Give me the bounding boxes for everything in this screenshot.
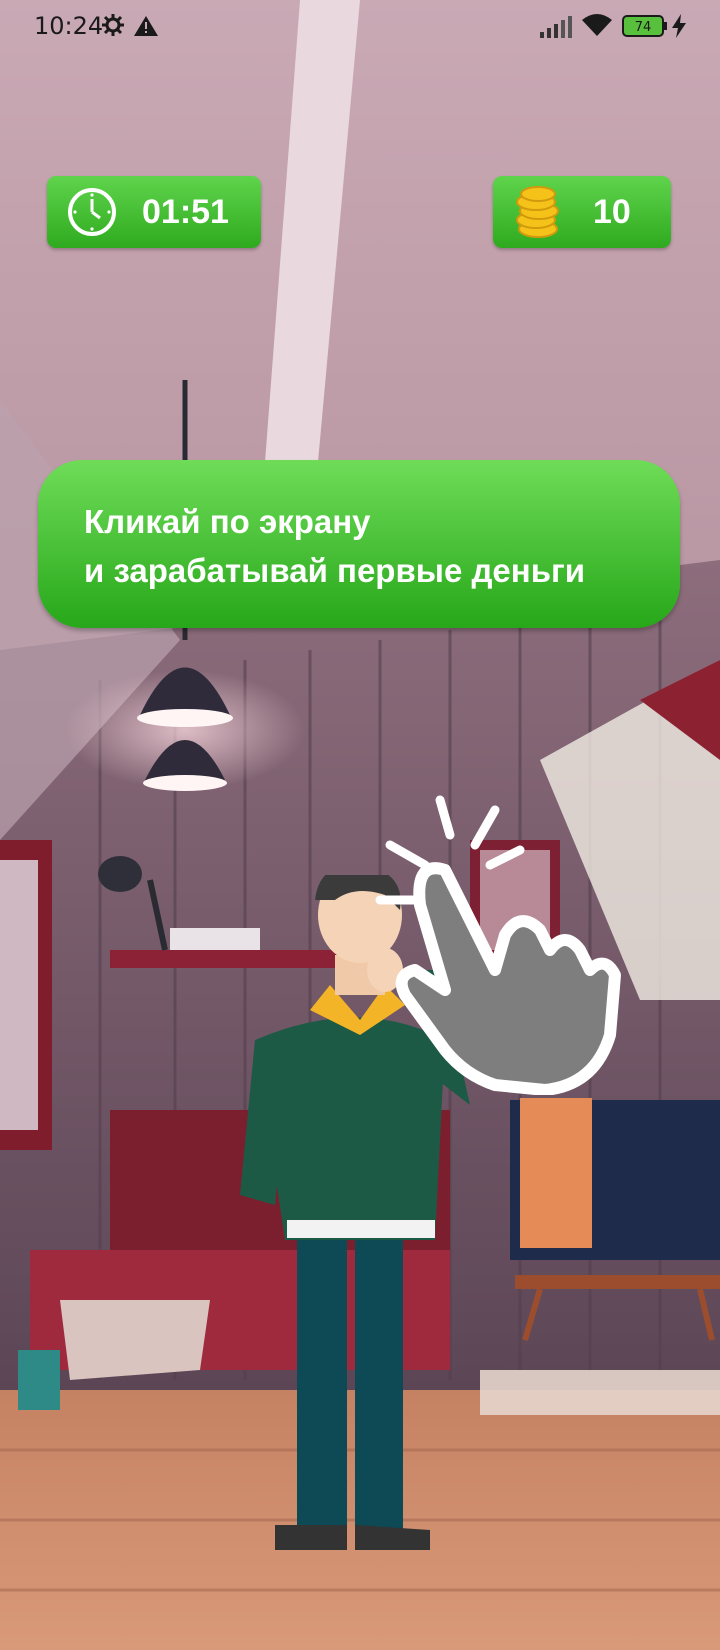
clock-icon — [68, 188, 116, 236]
coins-value: 10 — [593, 193, 631, 231]
signal-icon — [540, 16, 572, 38]
status-time: 10:24 — [34, 12, 104, 40]
tutorial-line-2: и зарабатывай первые деньги — [84, 552, 586, 589]
warning-icon — [134, 16, 158, 36]
battery-icon: 74 — [622, 15, 667, 37]
timer-pill: 01:51 — [47, 176, 261, 248]
tutorial-banner: Кликай по экрану и зарабатывай первые де… — [38, 460, 680, 628]
charging-icon — [672, 14, 686, 38]
settings-gear-icon — [102, 14, 124, 36]
coins-pill: 10 — [493, 176, 671, 248]
coin-stack-icon — [516, 186, 559, 238]
battery-level: 74 — [635, 20, 652, 35]
timer-value: 01:51 — [142, 193, 229, 231]
tap-hand-icon — [375, 795, 621, 1095]
status-bar: 10:24 74 — [0, 0, 720, 56]
tutorial-line-1: Кликай по экрану — [84, 503, 371, 540]
wifi-icon — [582, 14, 612, 36]
